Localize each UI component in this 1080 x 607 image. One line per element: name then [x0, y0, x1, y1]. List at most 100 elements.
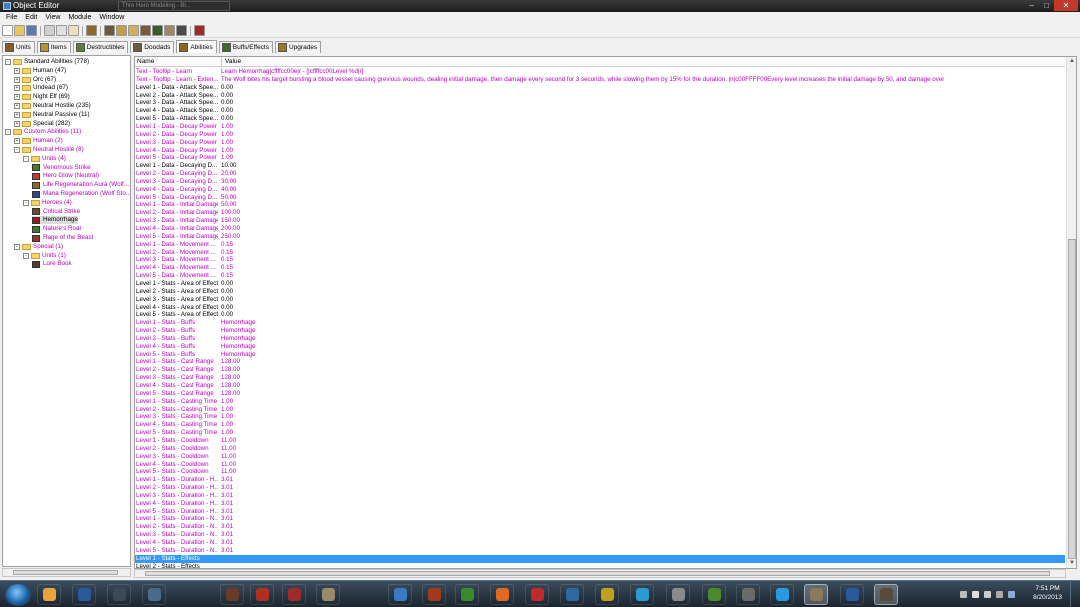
table-row[interactable]: Level 3 - Stats - Buffs Hemorrhage — [135, 335, 1065, 343]
expand-icon[interactable]: + — [14, 76, 20, 83]
field-value[interactable]: 0.15 — [221, 241, 1061, 249]
flag-icon[interactable] — [972, 591, 979, 598]
recycle-icon[interactable] — [666, 584, 690, 605]
diablo-icon[interactable] — [422, 584, 446, 605]
menu-view[interactable]: View — [41, 12, 64, 23]
collapse-icon[interactable]: - — [23, 199, 29, 206]
tree-item[interactable]: Life Regeneration Aura (Wolf... — [32, 181, 129, 189]
field-value[interactable]: 50.00 — [221, 194, 1061, 202]
grid-horizontal-scrollbar[interactable] — [134, 569, 1066, 578]
steam-icon[interactable] — [107, 584, 131, 605]
field-value[interactable]: 1.00 — [221, 429, 1061, 437]
field-value[interactable]: 40.00 — [221, 186, 1061, 194]
table-row[interactable]: Level 4 - Stats - Casting Time 1.00 — [135, 421, 1065, 429]
table-row[interactable]: Level 4 - Data - Decay Power 1.00 — [135, 147, 1065, 155]
sound-editor-icon[interactable] — [116, 25, 127, 36]
table-row[interactable]: Level 2 - Data - Decaying D... 20.00 — [135, 170, 1065, 178]
table-row[interactable]: Level 3 - Stats - Cast Range 128.00 — [135, 374, 1065, 382]
field-value[interactable]: 10.00 — [221, 162, 1061, 170]
show-desktop-button[interactable] — [1070, 581, 1080, 607]
table-row[interactable]: Level 1 - Stats - Casting Time 1.00 — [135, 398, 1065, 406]
table-row[interactable]: Level 2 - Stats - Duration - H... 3.01 — [135, 484, 1065, 492]
tree-folder[interactable]: + Orc (67) — [14, 76, 56, 84]
table-row[interactable]: Level 5 - Data - Decaying D... 50.00 — [135, 194, 1065, 202]
play-icon[interactable] — [630, 584, 654, 605]
table-row[interactable]: Level 2 - Stats - Buffs Hemorrhage — [135, 327, 1065, 335]
table-row[interactable]: Level 4 - Stats - Buffs Hemorrhage — [135, 343, 1065, 351]
expand-icon[interactable]: + — [14, 120, 20, 127]
collapse-icon[interactable]: - — [23, 155, 29, 162]
field-value[interactable]: 50.00 — [221, 201, 1061, 209]
table-row[interactable]: Level 3 - Data - Movement ... 0.15 — [135, 256, 1065, 264]
field-value[interactable]: The Wolf bites his target bursting a blo… — [221, 76, 1061, 84]
table-row[interactable]: Level 1 - Data - Attack Spee... 0.00 — [135, 84, 1065, 92]
table-row[interactable]: Level 5 - Stats - Cooldown 11.00 — [135, 468, 1065, 476]
table-row[interactable]: Level 3 - Data - Decaying D... 30.00 — [135, 178, 1065, 186]
table-row[interactable]: Level 5 - Stats - Buffs Hemorrhage — [135, 351, 1065, 359]
table-row[interactable]: Level 3 - Data - Decay Power 1.00 — [135, 139, 1065, 147]
tree-item[interactable]: Critical Strike — [32, 208, 80, 216]
field-value[interactable]: 3.01 — [221, 500, 1061, 508]
field-value[interactable]: 0.15 — [221, 249, 1061, 257]
field-value[interactable]: 11.00 — [221, 468, 1061, 476]
raid-icon[interactable] — [525, 584, 549, 605]
table-row[interactable]: Level 1 - Data - Movement ... 0.15 — [135, 241, 1065, 249]
tab-buffs-effects[interactable]: Buffs/Effects — [218, 41, 273, 53]
tree-folder[interactable]: - Units (4) — [23, 155, 66, 163]
field-value[interactable]: 0.00 — [221, 296, 1061, 304]
tree-item[interactable]: Venomous Strike — [32, 164, 91, 172]
table-row[interactable]: Level 5 - Stats - Duration - H... 3.01 — [135, 508, 1065, 516]
editor-icon[interactable] — [874, 584, 898, 605]
table-row[interactable]: Level 3 - Data - Initial Damage 150.00 — [135, 217, 1065, 225]
object-manager-icon[interactable] — [176, 25, 187, 36]
campaign-editor-icon[interactable] — [140, 25, 151, 36]
tree-folder[interactable]: + Neutral Hostile (235) — [14, 102, 91, 110]
field-value[interactable]: Hemorrhage — [221, 343, 1061, 351]
field-value[interactable]: 200.00 — [221, 225, 1061, 233]
tab-upgrades[interactable]: Upgrades — [275, 41, 322, 53]
tree-item[interactable]: Nature's Roar — [32, 225, 82, 233]
table-row[interactable]: Level 3 - Stats - Duration - N... 3.01 — [135, 531, 1065, 539]
table-row[interactable]: Level 1 - Stats - Duration - H... 3.01 — [135, 476, 1065, 484]
field-value[interactable]: 3.01 — [221, 539, 1061, 547]
field-value[interactable]: 1.00 — [221, 131, 1061, 139]
field-value[interactable]: Hemorrhage — [221, 327, 1061, 335]
paste-icon[interactable] — [68, 25, 79, 36]
tab-abilities[interactable]: Abilities — [176, 40, 217, 53]
table-row[interactable]: Level 4 - Data - Initial Damage 200.00 — [135, 225, 1065, 233]
minimize-button[interactable]: – — [1024, 0, 1039, 11]
field-value[interactable]: 1.00 — [221, 123, 1061, 131]
chrome-icon[interactable] — [37, 584, 61, 605]
tree-item[interactable]: Lore Book — [32, 260, 72, 268]
expand-icon[interactable]: + — [14, 94, 20, 101]
scroll-thumb[interactable] — [145, 571, 1050, 576]
table-row[interactable]: Level 5 - Stats - Duration - N... 3.01 — [135, 547, 1065, 555]
tree-item[interactable]: Hero Glow (Neutral) — [32, 172, 99, 180]
tree-item[interactable]: Mana Regeneration (Wolf Sto... — [32, 190, 130, 198]
table-row[interactable]: Level 1 - Stats - Buffs Hemorrhage — [135, 319, 1065, 327]
table-row[interactable]: Level 1 - Stats - Cast Range 128.00 — [135, 358, 1065, 366]
scroll-up-arrow[interactable]: ▲ — [1067, 57, 1077, 66]
minecraft-icon[interactable] — [702, 584, 726, 605]
table-row[interactable]: Level 3 - Stats - Cooldown 11.00 — [135, 453, 1065, 461]
tree-horizontal-scrollbar[interactable] — [2, 568, 131, 577]
field-value[interactable]: 0.00 — [221, 92, 1061, 100]
scroll-thumb[interactable] — [1068, 239, 1076, 559]
skype-icon[interactable] — [770, 584, 794, 605]
table-row[interactable]: Level 3 - Stats - Casting Time 1.00 — [135, 413, 1065, 421]
new-icon[interactable] — [2, 25, 13, 36]
field-value[interactable]: 3.01 — [221, 492, 1061, 500]
grid-vertical-scrollbar[interactable]: ▲ ▼ — [1066, 57, 1076, 568]
table-row[interactable]: Level 4 - Stats - Cooldown 11.00 — [135, 461, 1065, 469]
field-value[interactable]: 1.00 — [221, 139, 1061, 147]
menu-module[interactable]: Module — [64, 12, 95, 23]
field-value[interactable]: 0.00 — [221, 115, 1061, 123]
field-value[interactable]: 128.00 — [221, 390, 1061, 398]
background-window-tab[interactable]: Thre Hero Modeling - Bl... — [118, 1, 230, 11]
tree-folder[interactable]: - Special (1) — [14, 243, 63, 251]
network-icon[interactable] — [984, 591, 991, 598]
field-value[interactable]: 128.00 — [221, 358, 1061, 366]
table-row[interactable]: Level 3 - Stats - Area of Effect 0.00 — [135, 296, 1065, 304]
worldedit-icon[interactable] — [804, 584, 828, 605]
expand-icon[interactable]: + — [14, 138, 20, 145]
